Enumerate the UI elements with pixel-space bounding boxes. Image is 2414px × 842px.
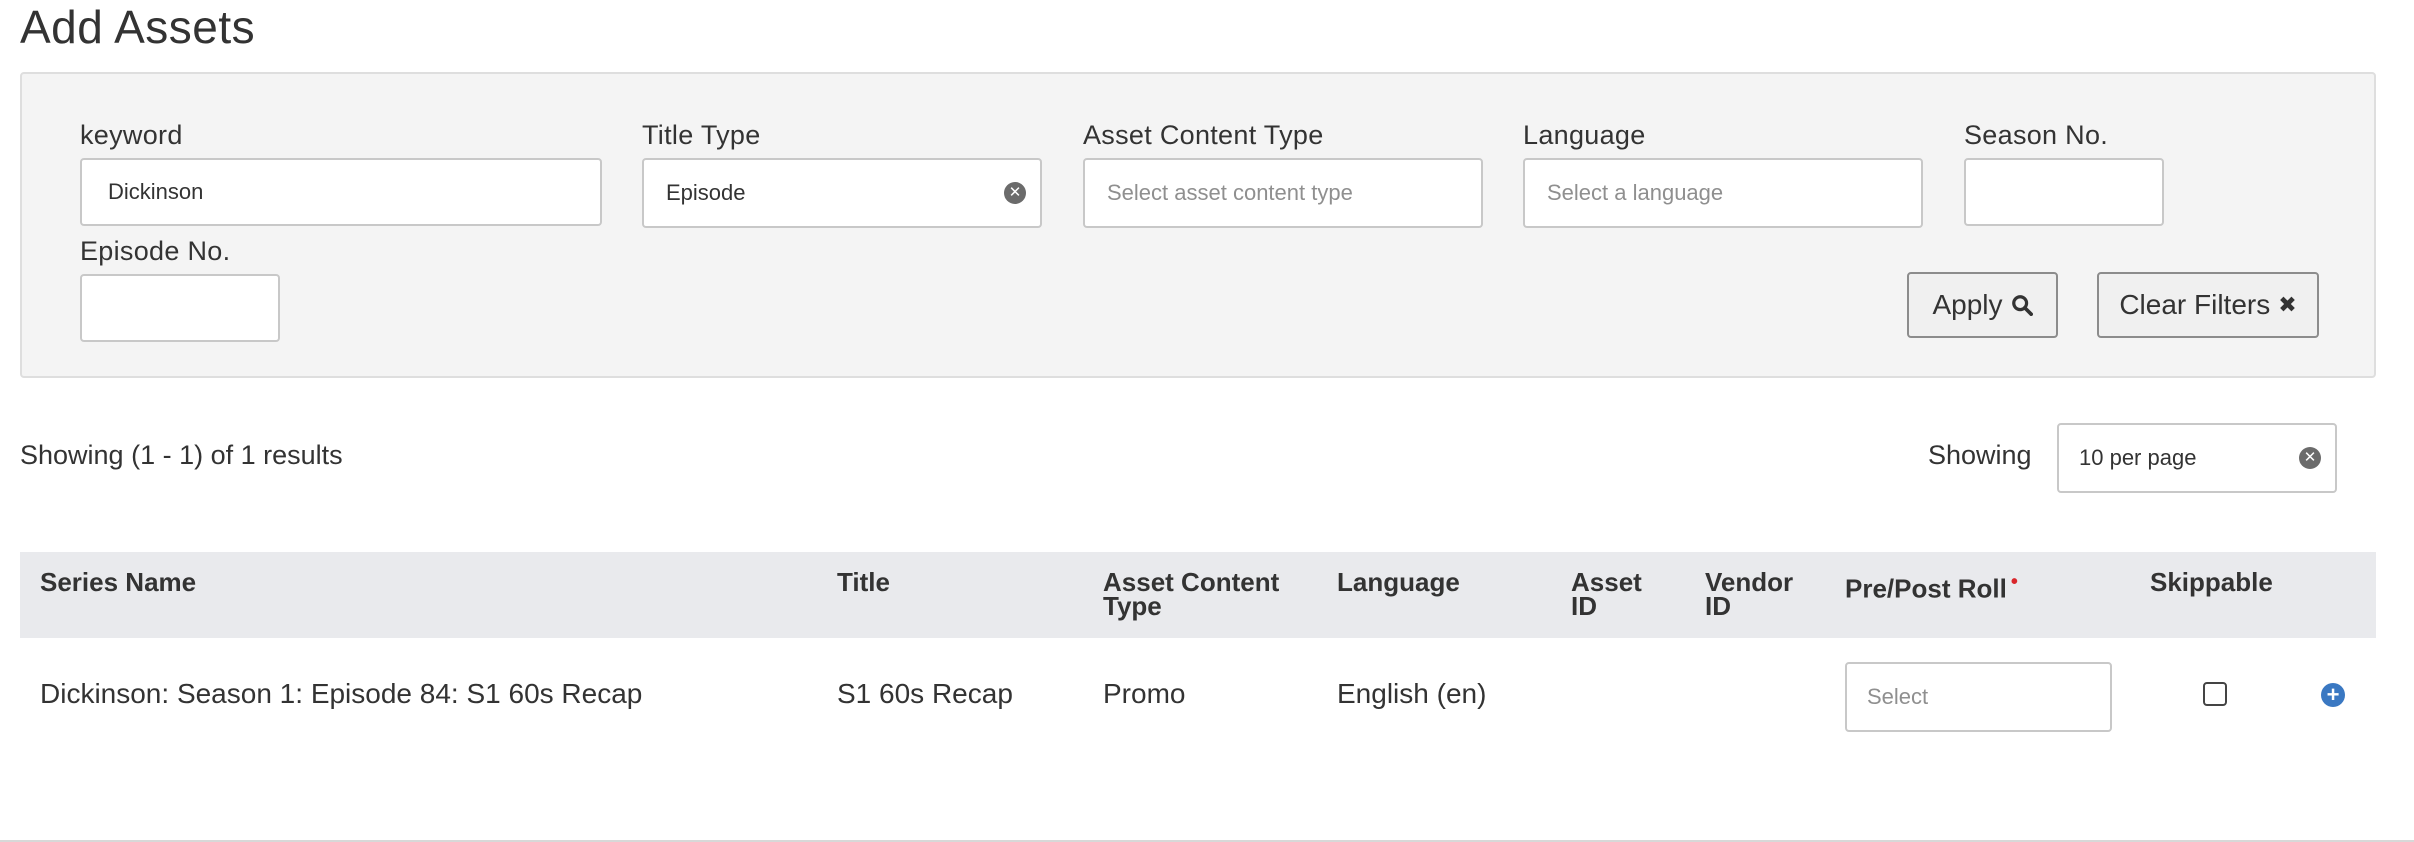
language-placeholder: Select a language <box>1547 180 1724 205</box>
asset-content-type-label: Asset Content Type <box>1083 120 1324 150</box>
keyword-value: Dickinson <box>108 179 204 204</box>
clear-icon[interactable]: ✕ <box>2299 447 2321 469</box>
per-page-select[interactable]: 10 per page ✕ <box>2057 423 2337 493</box>
apply-button[interactable]: Apply <box>1907 272 2058 338</box>
episode-no-label: Episode No. <box>80 236 231 266</box>
close-icon: ✖ <box>2278 292 2297 317</box>
page-title: Add Assets <box>20 1 256 53</box>
cell-series-name: Dickinson: Season 1: Episode 84: S1 60s … <box>40 678 643 709</box>
header-vendor-id[interactable]: Vendor ID <box>1705 569 1793 621</box>
episode-no-input[interactable] <box>80 274 280 342</box>
skippable-checkbox[interactable] <box>2203 682 2227 706</box>
header-pre-post-roll[interactable]: Pre/Post Roll • <box>1845 570 2018 604</box>
header-asset-id-line2: ID <box>1571 591 1597 621</box>
asset-content-type-placeholder: Select asset content type <box>1107 180 1353 205</box>
clear-icon[interactable]: ✕ <box>1004 182 1026 204</box>
language-label: Language <box>1523 120 1646 150</box>
title-type-value: Episode <box>666 180 746 205</box>
header-title[interactable]: Title <box>837 569 890 595</box>
header-asset-content-type[interactable]: Asset Content Type <box>1103 569 1279 621</box>
per-page-value: 10 per page <box>2079 445 2197 470</box>
results-summary: Showing (1 - 1) of 1 results <box>20 440 343 470</box>
required-marker: • <box>2010 571 2018 593</box>
header-skippable[interactable]: Skippable <box>2150 569 2273 595</box>
header-pre-post-roll-label: Pre/Post Roll <box>1845 573 2007 604</box>
season-no-input[interactable] <box>1964 158 2164 226</box>
cell-language: English (en) <box>1337 678 1487 709</box>
header-language[interactable]: Language <box>1337 569 1460 595</box>
header-vendor-id-line2: ID <box>1705 591 1731 621</box>
title-type-label: Title Type <box>642 120 761 150</box>
showing-label: Showing <box>1928 440 2032 470</box>
keyword-input[interactable]: Dickinson <box>80 158 602 226</box>
pre-post-roll-select[interactable]: Select <box>1845 662 2112 732</box>
apply-button-label: Apply <box>1932 289 2003 320</box>
pre-post-roll-placeholder: Select <box>1867 684 1929 709</box>
season-no-label: Season No. <box>1964 120 2109 150</box>
header-series-name[interactable]: Series Name <box>40 569 196 595</box>
clear-filters-button[interactable]: Clear Filters ✖ <box>2097 272 2319 338</box>
search-icon <box>2011 295 2033 316</box>
language-select[interactable]: Select a language <box>1523 158 1923 228</box>
asset-content-type-select[interactable]: Select asset content type <box>1083 158 1483 228</box>
cell-asset-content-type: Promo <box>1103 678 1186 709</box>
header-asset-id[interactable]: Asset ID <box>1571 569 1642 621</box>
header-asset-content-type-line2: Type <box>1103 591 1162 621</box>
keyword-label: keyword <box>80 120 183 150</box>
table-header: Series Name Title Asset Content Type Lan… <box>20 552 2376 638</box>
cell-title: S1 60s Recap <box>837 678 1013 709</box>
add-icon[interactable]: + <box>2321 683 2345 707</box>
clear-filters-label: Clear Filters <box>2119 289 2271 320</box>
title-type-select[interactable]: Episode ✕ <box>642 158 1042 228</box>
